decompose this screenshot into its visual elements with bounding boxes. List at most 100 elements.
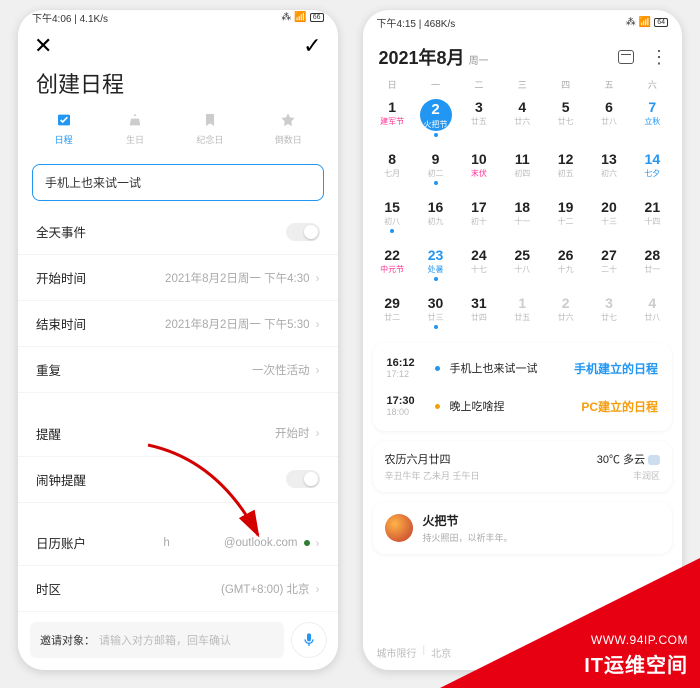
close-button[interactable]: ✕ [34, 33, 52, 59]
calendar-day[interactable]: 16初九 [414, 195, 457, 237]
month-title[interactable]: 2021年8月 周一 [379, 44, 489, 70]
calendar-day[interactable]: 30廿三 [414, 291, 457, 333]
calendar-day[interactable]: 15初八 [371, 195, 414, 237]
calendar-day[interactable]: 14七夕 [631, 147, 674, 189]
chevron-right-icon: › [316, 426, 320, 440]
timezone-row[interactable]: 时区 (GMT+8:00) 北京› [18, 566, 338, 612]
invite-input[interactable]: 邀请对象： 请输入对方邮箱，回车确认 [30, 622, 284, 658]
calendar-day[interactable]: 2廿六 [544, 291, 587, 333]
tab-schedule[interactable]: 日程 [54, 111, 74, 146]
start-time-row[interactable]: 开始时间 2021年8月2日周一 下午4:30› [18, 255, 338, 301]
calendar-day[interactable]: 24十七 [457, 243, 500, 285]
calendar-day[interactable]: 9初二 [414, 147, 457, 189]
calendar-account-row[interactable]: 日历账户 h@outlook.com › [18, 520, 338, 566]
tab-label: 纪念日 [196, 133, 223, 146]
all-day-toggle[interactable] [286, 223, 320, 241]
end-time-label: 结束时间 [36, 314, 86, 333]
event-title: 晚上吃啥捏 [450, 398, 572, 414]
tab-countdown[interactable]: 倒数日 [275, 111, 302, 146]
more-button[interactable]: ⋮ [650, 48, 666, 66]
confirm-button[interactable]: ✓ [303, 33, 321, 59]
weather-location: 丰润区 [597, 469, 660, 482]
bluetooth-icon: ⁂ [626, 17, 635, 28]
reminder-row[interactable]: 提醒 开始时› [18, 411, 338, 457]
calendar-day[interactable]: 26十九 [544, 243, 587, 285]
calendar-day[interactable]: 1廿五 [501, 291, 544, 333]
events-card: 16:1217:12 手机上也来试一试手机建立的日程 17:3018:00 晚上吃啥捏… [373, 343, 673, 431]
all-day-row[interactable]: 全天事件 [18, 209, 338, 255]
voice-input-button[interactable] [292, 623, 326, 657]
calendar-day[interactable]: 6廿八 [587, 95, 630, 141]
calendar-day[interactable]: 7立秋 [631, 95, 674, 141]
calendar-day[interactable]: 20十三 [587, 195, 630, 237]
event-row[interactable]: 16:1217:12 手机上也来试一试手机建立的日程 [385, 349, 661, 387]
calendar-day[interactable]: 12初五 [544, 147, 587, 189]
event-title: 手机上也来试一试 [450, 360, 564, 376]
all-day-label: 全天事件 [36, 222, 86, 241]
tab-icon [125, 111, 145, 129]
status-net: 4.1K/s [80, 14, 108, 25]
tab-icon [278, 111, 298, 129]
alarm-reminder-toggle[interactable] [286, 470, 320, 488]
calendar-day[interactable]: 21十四 [631, 195, 674, 237]
weekday-label: 二 [457, 78, 500, 91]
footer-link-traffic[interactable]: 城市限行 [377, 645, 417, 660]
calendar-day[interactable]: 11初四 [501, 147, 544, 189]
today-button[interactable] [618, 50, 634, 64]
event-row[interactable]: 17:3018:00晚上吃啥捏PC建立的日程 [385, 387, 661, 425]
festival-card[interactable]: 火把节 持火照田，以祈丰年。 [373, 502, 673, 554]
chevron-right-icon: › [316, 536, 320, 550]
calendar-day[interactable]: 27二十 [587, 243, 630, 285]
calendar-day[interactable]: 4廿八 [631, 291, 674, 333]
battery-icon: 64 [654, 18, 668, 27]
calendar-day[interactable]: 18十一 [501, 195, 544, 237]
alarm-reminder-row[interactable]: 闹钟提醒 [18, 457, 338, 503]
page-title: 创建日程 [18, 63, 338, 111]
event-end-time: 18:00 [387, 407, 410, 417]
calendar-day[interactable]: 1建军节 [371, 95, 414, 141]
repeat-row[interactable]: 重复 一次性活动› [18, 347, 338, 393]
calendar-grid[interactable]: 1建军节2火把节3廿五4廿六5廿七6廿八7立秋 8七月9初二10末伏11初四12初… [363, 95, 683, 333]
festival-image [385, 514, 413, 542]
weekday-label: 三 [501, 78, 544, 91]
tab-birthday[interactable]: 生日 [125, 111, 145, 146]
create-event-screen: 下午4:06 | 4.1K/s ⁂ 📶 66 ✕ ✓ 创建日程 日程生日纪念日倒… [18, 10, 338, 670]
calendar-day[interactable]: 3廿五 [457, 95, 500, 141]
weather-temp: 30℃ 多云 [597, 454, 645, 466]
calendar-day[interactable]: 13初六 [587, 147, 630, 189]
status-net: 468K/s [424, 19, 455, 30]
battery-icon: 66 [310, 13, 324, 22]
calendar-day[interactable]: 2火把节 [414, 95, 457, 141]
chevron-right-icon: › [316, 271, 320, 285]
calendar-day[interactable]: 8七月 [371, 147, 414, 189]
subject-input[interactable]: 手机上也来试一试 [32, 164, 324, 201]
calendar-account-label: 日历账户 [36, 533, 86, 552]
weekday-label: 六 [631, 78, 674, 91]
status-time: 下午4:15 [377, 19, 416, 30]
calendar-day[interactable]: 5廿七 [544, 95, 587, 141]
tab-anniversary[interactable]: 纪念日 [196, 111, 223, 146]
calendar-day[interactable]: 23处暑 [414, 243, 457, 285]
calendar-day[interactable]: 10末伏 [457, 147, 500, 189]
event-annotation: 手机建立的日程 [574, 360, 658, 377]
repeat-label: 重复 [36, 360, 61, 379]
weekday-label: 日 [371, 78, 414, 91]
chevron-right-icon: › [316, 317, 320, 331]
calendar-day[interactable]: 19十二 [544, 195, 587, 237]
reminder-value: 开始时 [275, 425, 310, 441]
weather-card[interactable]: 农历六月廿四 辛丑牛年 乙未月 壬午日 30℃ 多云 丰润区 [373, 441, 673, 492]
calendar-day[interactable]: 28廿一 [631, 243, 674, 285]
calendar-day[interactable]: 31廿四 [457, 291, 500, 333]
calendar-day[interactable]: 4廿六 [501, 95, 544, 141]
calendar-day[interactable]: 3廿七 [587, 291, 630, 333]
calendar-day[interactable]: 22中元节 [371, 243, 414, 285]
calendar-day[interactable]: 17初十 [457, 195, 500, 237]
calendar-day[interactable]: 29廿二 [371, 291, 414, 333]
calendar-day[interactable]: 25十八 [501, 243, 544, 285]
festival-subtitle: 持火照田，以祈丰年。 [423, 531, 513, 544]
status-time: 下午4:06 [32, 14, 71, 25]
end-time-row[interactable]: 结束时间 2021年8月2日周一 下午5:30› [18, 301, 338, 347]
event-start-time: 17:30 [387, 395, 415, 407]
event-start-time: 16:12 [387, 357, 415, 369]
event-end-time: 17:12 [387, 369, 410, 379]
